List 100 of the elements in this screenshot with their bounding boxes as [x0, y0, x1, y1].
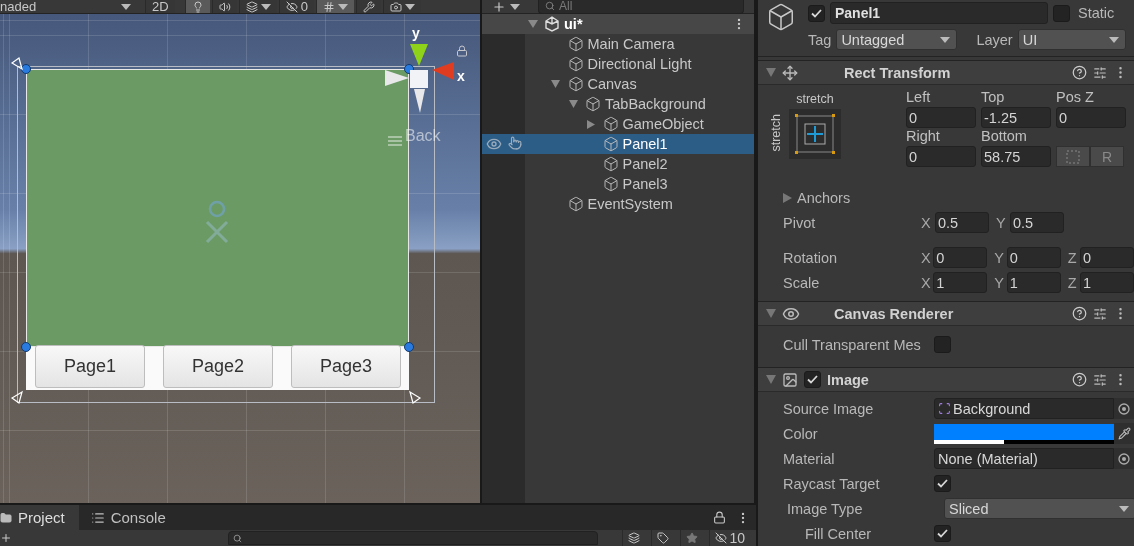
hidden-packages-toggle[interactable]: 10	[709, 530, 750, 546]
number-field[interactable]: 0	[1006, 247, 1061, 269]
offset-label: Bottom	[981, 128, 1028, 147]
add-icon[interactable]	[492, 0, 506, 14]
dropdown[interactable]: Sliced	[944, 498, 1134, 519]
object-field[interactable]: Background	[934, 398, 1114, 419]
blueprint-mode-button[interactable]	[1056, 146, 1090, 168]
number-field[interactable]: 0	[906, 107, 976, 129]
hierarchy-item-label: Directional Light	[587, 56, 692, 72]
tag-dropdown[interactable]: Untagged	[836, 29, 958, 50]
checkbox[interactable]	[934, 475, 951, 492]
component-header[interactable]: Image	[758, 367, 1134, 392]
static-checkbox[interactable]	[1053, 4, 1070, 22]
number-field[interactable]: 0	[933, 247, 988, 269]
collapsed-arrow-icon[interactable]	[586, 119, 595, 129]
color-field[interactable]	[934, 423, 1114, 444]
lock-icon[interactable]	[456, 45, 468, 57]
presets-icon[interactable]	[1093, 372, 1107, 387]
number-field[interactable]: 0.5	[935, 212, 989, 234]
panel-tab[interactable]: Project	[0, 505, 79, 530]
scene-header-row[interactable]: ui*	[482, 14, 754, 34]
scene-name: ui*	[564, 16, 583, 32]
number-field[interactable]: 1	[933, 272, 988, 294]
expanded-arrow-icon[interactable]	[766, 68, 776, 78]
tag-icon	[657, 532, 670, 544]
checkbox[interactable]	[934, 525, 951, 542]
expanded-arrow-icon[interactable]	[568, 100, 578, 108]
caret-icon[interactable]	[260, 3, 271, 10]
caret-icon[interactable]	[404, 3, 415, 10]
number-field[interactable]: -1.25	[981, 107, 1051, 129]
visibility-eye-icon[interactable]	[486, 136, 502, 152]
pointer-hand-icon[interactable]	[508, 136, 522, 150]
axis-label: Y	[994, 249, 1005, 266]
anchors-foldout[interactable]: Anchors	[783, 185, 1134, 211]
help-icon[interactable]	[1072, 372, 1087, 388]
expanded-arrow-icon[interactable]	[766, 375, 776, 385]
hierarchy-item[interactable]: Panel1	[482, 134, 754, 154]
hierarchy-item[interactable]: Directional Light	[482, 54, 754, 74]
page-tab-button[interactable]: Page2	[163, 345, 273, 388]
anchor-triangle-icon[interactable]	[408, 390, 422, 404]
hierarchy-item[interactable]: EventSystem	[482, 194, 754, 214]
help-icon[interactable]	[1072, 65, 1087, 81]
anchor-handle[interactable]	[21, 342, 31, 352]
presets-icon[interactable]	[1093, 65, 1107, 80]
lighting-toggle[interactable]	[184, 0, 210, 13]
hierarchy-item[interactable]: TabBackground	[482, 94, 754, 114]
star-icon	[686, 532, 699, 544]
object-field[interactable]: None (Material)	[934, 448, 1114, 469]
property-label: Source Image	[783, 400, 875, 417]
hierarchy-item[interactable]: Main Camera	[482, 34, 754, 54]
grid-toggle[interactable]	[315, 0, 354, 13]
layer-dropdown[interactable]: UI	[1017, 29, 1126, 50]
add-icon[interactable]	[0, 532, 12, 544]
enable-checkbox[interactable]	[804, 371, 821, 389]
eyedropper-icon[interactable]	[1117, 427, 1131, 440]
page-tab-button[interactable]: Page3	[291, 345, 401, 388]
number-field[interactable]: 1	[1080, 272, 1134, 294]
number-field[interactable]: 58.75	[981, 146, 1051, 168]
hierarchy-item[interactable]: Panel3	[482, 174, 754, 194]
hierarchy-item[interactable]: Canvas	[482, 74, 754, 94]
number-field[interactable]: 0	[906, 146, 976, 168]
anchor-handle[interactable]	[404, 342, 414, 352]
panel-tab[interactable]: Console	[78, 505, 180, 530]
presets-icon[interactable]	[1093, 306, 1107, 321]
hierarchy-item[interactable]: Panel2	[482, 154, 754, 174]
caret-icon[interactable]	[121, 3, 131, 10]
search-field[interactable]	[228, 531, 598, 545]
property-label: Scale	[783, 274, 821, 291]
move-gizmo-drawing[interactable]	[384, 44, 456, 114]
caret-icon[interactable]	[1108, 36, 1119, 43]
object-picker-icon[interactable]	[1114, 448, 1134, 469]
expanded-arrow-icon[interactable]	[528, 20, 538, 28]
expanded-arrow-icon[interactable]	[551, 80, 560, 88]
number-field[interactable]: 1	[1006, 272, 1061, 294]
expanded-arrow-icon[interactable]	[766, 309, 776, 319]
caret-icon[interactable]	[337, 3, 348, 10]
object-picker-icon[interactable]	[1114, 398, 1134, 419]
anchor-handle[interactable]	[21, 64, 31, 74]
lightbulb-icon	[191, 0, 204, 13]
caret-icon[interactable]	[1119, 505, 1129, 512]
dashed-square-icon	[1066, 149, 1080, 164]
active-checkbox[interactable]	[808, 4, 825, 22]
number-field[interactable]: 0.5	[1010, 212, 1064, 234]
page-tab-button[interactable]: Page1	[35, 345, 145, 388]
anchor-triangle-icon[interactable]	[10, 57, 24, 71]
checkbox[interactable]	[934, 336, 951, 354]
caret-icon[interactable]	[940, 36, 951, 43]
number-field[interactable]: 0	[1080, 247, 1134, 269]
anchor-triangle-icon[interactable]	[10, 390, 24, 404]
component-header[interactable]: Canvas Renderer	[758, 301, 1134, 327]
number-field[interactable]: 0	[1056, 107, 1126, 129]
object-name-field[interactable]: Panel1	[830, 2, 1048, 24]
component-header[interactable]: Rect Transform	[758, 60, 1134, 86]
caret-icon[interactable]	[510, 3, 520, 10]
lock-icon[interactable]	[713, 511, 726, 524]
foldout-arrow-icon[interactable]	[783, 192, 792, 203]
anchor-preset-button[interactable]	[789, 109, 841, 160]
hierarchy-item[interactable]: GameObject	[482, 114, 754, 134]
help-icon[interactable]	[1072, 306, 1087, 322]
axis-label: X	[921, 214, 932, 231]
